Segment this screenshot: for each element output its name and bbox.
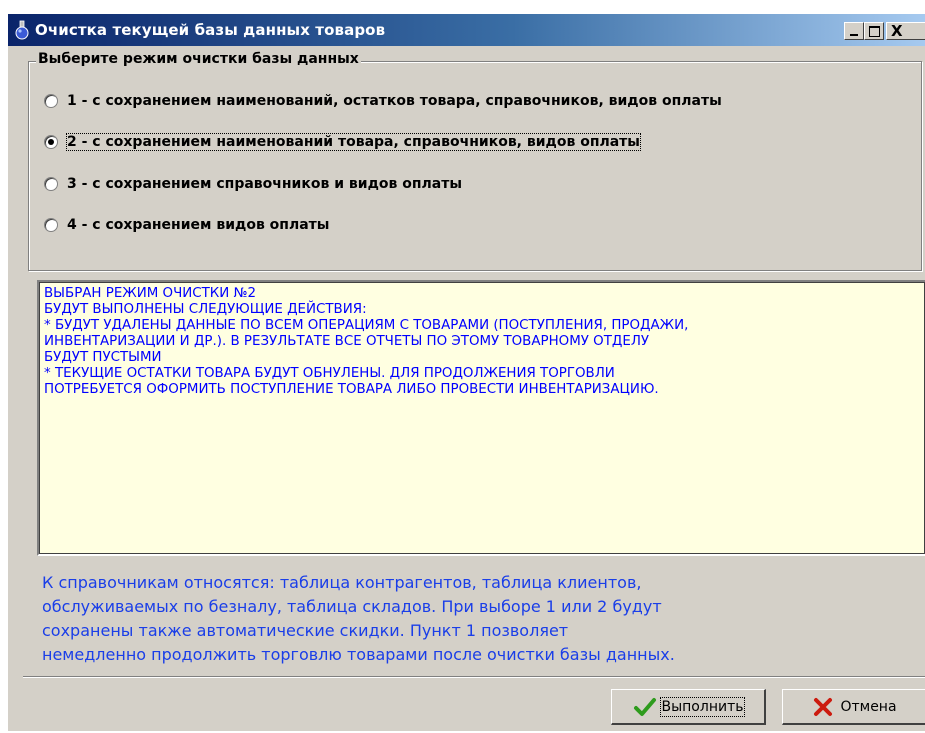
- radio-button[interactable]: [44, 135, 58, 149]
- checkmark-icon: [633, 697, 656, 716]
- maximize-icon: [869, 26, 880, 37]
- memo-line: ПОТРЕБУЕТСЯ ОФОРМИТЬ ПОСТУПЛЕНИЕ ТОВАРА …: [44, 382, 659, 397]
- mode-option-4[interactable]: 4 - с сохранением видов оплаты: [44, 213, 329, 237]
- memo-line: ИНВЕНТАРИЗАЦИИ И ДР.). В РЕЗУЛЬТАТЕ ВСЕ …: [44, 334, 650, 349]
- memo-line: * БУДУТ УДАЛЕНЫ ДАННЫЕ ПО ВСЕМ ОПЕРАЦИЯМ…: [44, 318, 689, 333]
- minimize-button[interactable]: [844, 22, 864, 40]
- mode-option-1[interactable]: 1 - с сохранением наименований, остатков…: [44, 89, 722, 113]
- close-button[interactable]: X: [886, 22, 925, 40]
- radio-button[interactable]: [44, 177, 58, 191]
- info-text-line: сохранены также автоматические скидки. П…: [42, 621, 569, 640]
- execute-button-label: Выполнить: [659, 696, 746, 717]
- memo-line: * ТЕКУЩИЕ ОСТАТКИ ТОВАРА БУДУТ ОБНУЛЕНЫ.…: [44, 366, 615, 381]
- info-text-line: К справочникам относятся: таблица контра…: [42, 573, 642, 592]
- description-memo[interactable]: ВЫБРАН РЕЖИМ ОЧИСТКИ №2 БУДУТ ВЫПОЛНЕНЫ …: [37, 280, 925, 556]
- title-bar[interactable]: Очистка текущей базы данных товаров X: [8, 14, 925, 46]
- cancel-button[interactable]: Отмена: [782, 689, 925, 725]
- mode-option-label: 2 - с сохранением наименований товара, с…: [66, 133, 641, 151]
- mode-option-2[interactable]: 2 - с сохранением наименований товара, с…: [44, 130, 641, 154]
- mode-group-legend: Выберите режим очистки базы данных: [36, 51, 361, 67]
- window-title: Очистка текущей базы данных товаров: [35, 21, 386, 39]
- flask-icon: [15, 20, 29, 40]
- memo-line: ВЫБРАН РЕЖИМ ОЧИСТКИ №2: [44, 286, 257, 301]
- mode-option-3[interactable]: 3 - с сохранением справочников и видов о…: [44, 172, 462, 196]
- info-text-line: немедленно продолжить торговлю товарами …: [42, 645, 675, 664]
- mode-option-label: 4 - с сохранением видов оплаты: [67, 217, 330, 233]
- memo-line: БУДУТ ПУСТЫМИ: [44, 350, 162, 365]
- close-icon: X: [891, 22, 903, 40]
- minimize-icon: [850, 34, 858, 36]
- mode-option-label: 3 - с сохранением справочников и видов о…: [67, 176, 462, 192]
- cross-icon: [814, 697, 833, 716]
- clear-database-dialog: Очистка текущей базы данных товаров X Вы…: [7, 13, 925, 731]
- memo-line: БУДУТ ВЫПОЛНЕНЫ СЛЕДУЮЩИЕ ДЕЙСТВИЯ:: [44, 302, 367, 317]
- radio-button[interactable]: [44, 218, 58, 232]
- maximize-button[interactable]: [864, 22, 884, 40]
- mode-option-label: 1 - с сохранением наименований, остатков…: [67, 93, 722, 109]
- info-text-line: обслуживаемых по безналу, таблица складо…: [42, 597, 662, 616]
- radio-selected-dot: [48, 139, 54, 145]
- execute-button[interactable]: Выполнить: [611, 689, 766, 725]
- cancel-button-label: Отмена: [840, 698, 897, 715]
- radio-button[interactable]: [44, 94, 58, 108]
